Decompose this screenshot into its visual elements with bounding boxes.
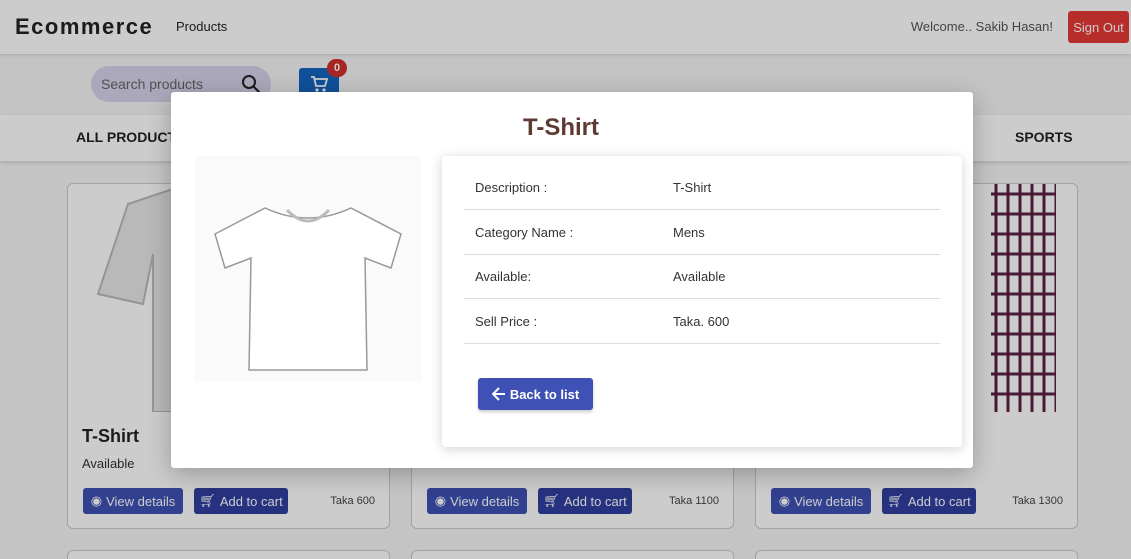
detail-row-available: Available: Available xyxy=(464,255,940,299)
detail-value: Available xyxy=(673,269,726,284)
detail-row-category: Category Name : Mens xyxy=(464,211,940,255)
arrow-left-icon xyxy=(491,387,505,401)
detail-value: Taka. 600 xyxy=(673,314,730,329)
back-to-list-button[interactable]: Back to list xyxy=(478,378,593,410)
detail-row-sell-price: Sell Price : Taka. 600 xyxy=(464,300,940,344)
detail-label: Available: xyxy=(475,269,532,284)
detail-label: Description : xyxy=(475,180,548,195)
product-details-card: Description : T-Shirt Category Name : Me… xyxy=(442,156,962,447)
modal-title: T-Shirt xyxy=(523,114,599,141)
detail-label: Category Name : xyxy=(475,225,574,240)
detail-row-description: Description : T-Shirt xyxy=(464,166,940,210)
detail-value: T-Shirt xyxy=(673,180,712,195)
detail-label: Sell Price : xyxy=(475,314,538,329)
detail-value: Mens xyxy=(673,225,705,240)
product-details-modal: T-Shirt Description : T-Shirt Category N… xyxy=(171,92,973,468)
product-image-tshirt xyxy=(195,156,421,382)
back-to-list-label: Back to list xyxy=(509,386,580,402)
